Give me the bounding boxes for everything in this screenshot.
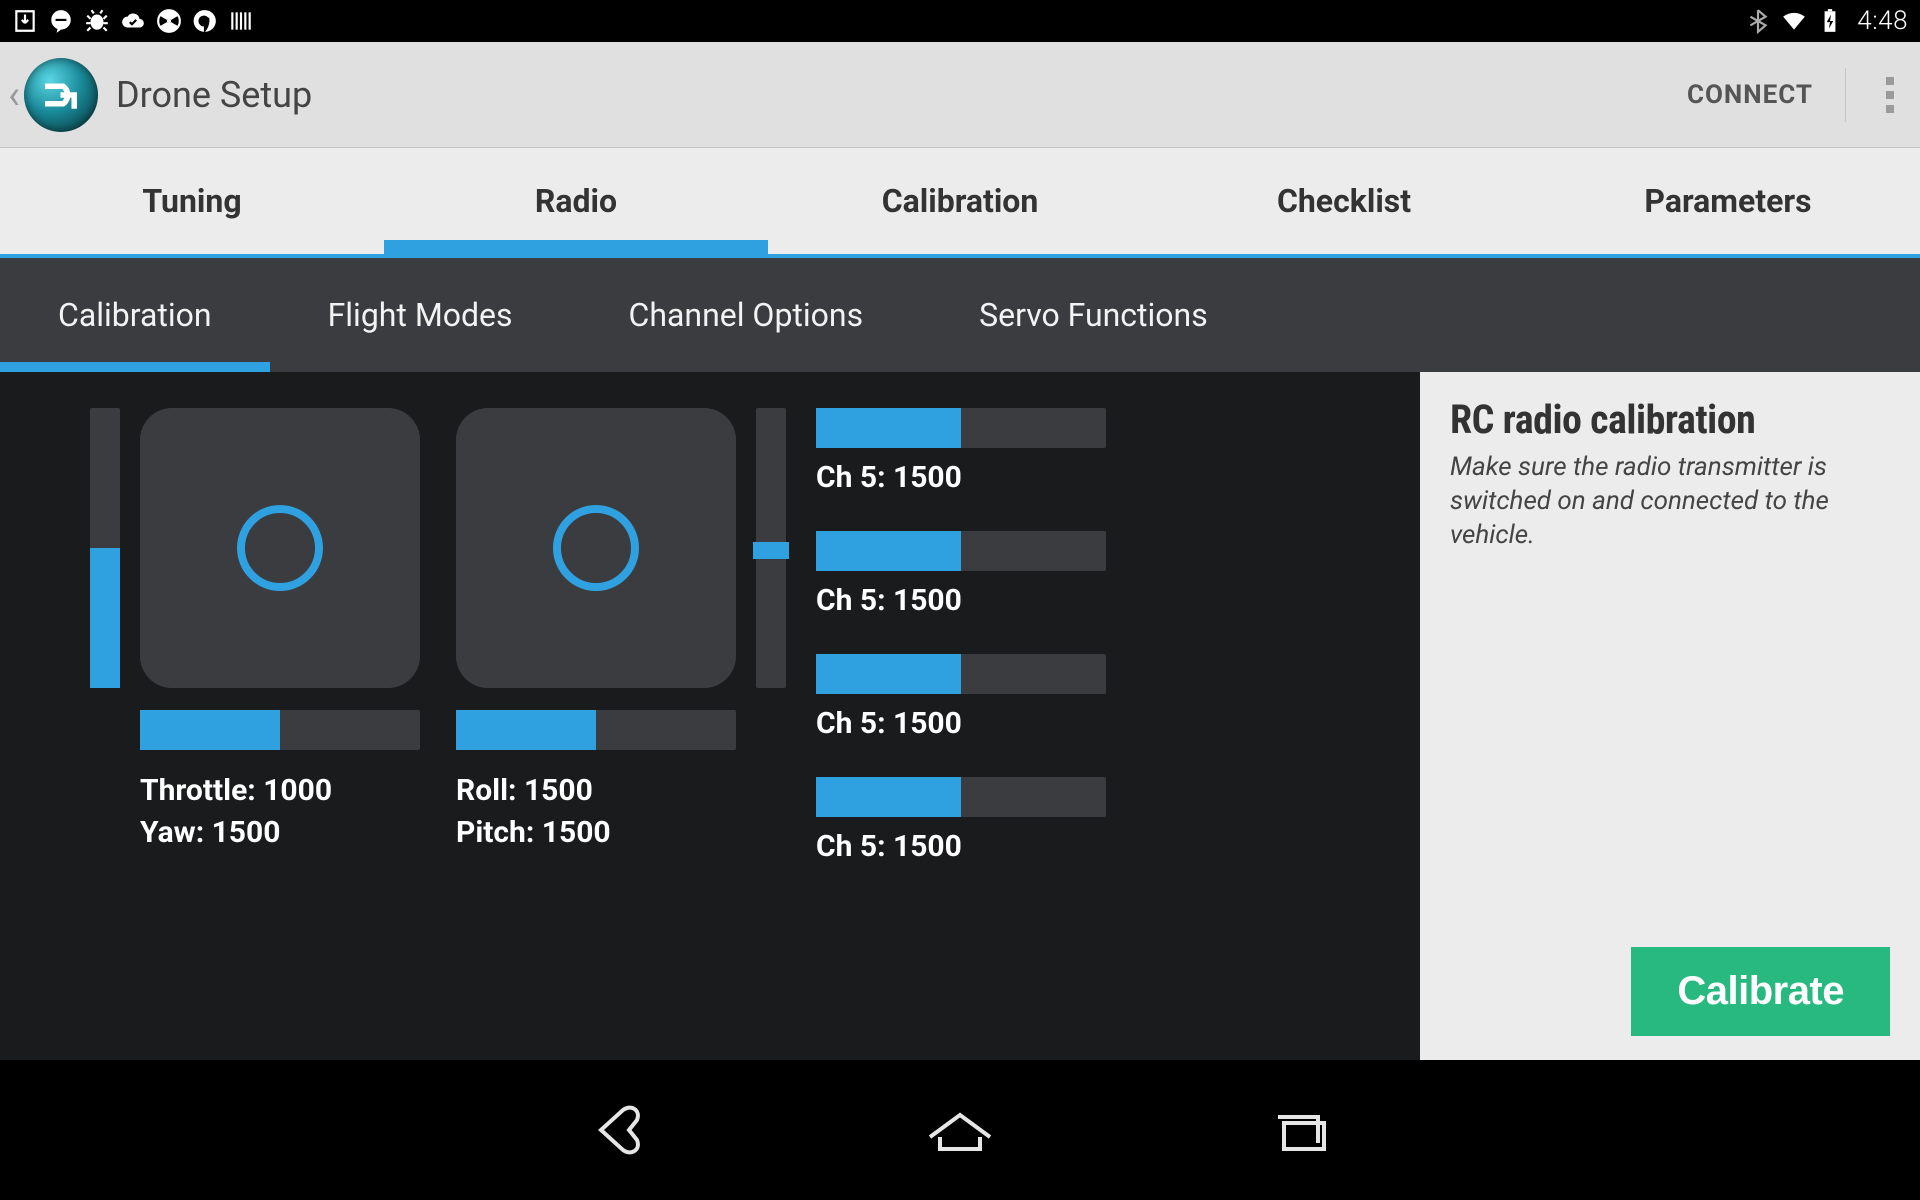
subtab-label: Channel Options xyxy=(629,296,864,334)
subtab-label: Servo Functions xyxy=(979,296,1208,334)
download-icon xyxy=(12,8,38,34)
subtab-flight-modes[interactable]: Flight Modes xyxy=(270,258,571,372)
right-stick-pad[interactable] xyxy=(456,408,736,688)
channel-label: Ch 5: 1500 xyxy=(816,706,1106,741)
channel-label: Ch 5: 1500 xyxy=(816,583,1106,618)
chat-bubble-icon xyxy=(48,8,74,34)
tab-checklist[interactable]: Checklist xyxy=(1152,148,1536,254)
info-side-pane: RC radio calibration Make sure the radio… xyxy=(1420,372,1920,1060)
tab-calibration[interactable]: Calibration xyxy=(768,148,1152,254)
left-stick-block: Throttle: 1000 Yaw: 1500 xyxy=(90,408,420,854)
action-bar: ‹ Drone Setup CONNECT xyxy=(0,42,1920,148)
subtab-calibration[interactable]: Calibration xyxy=(0,258,270,372)
divider xyxy=(1845,68,1846,122)
channel-row: Ch 5: 1500 xyxy=(816,408,1106,495)
nav-recents-icon[interactable] xyxy=(1260,1105,1340,1155)
pitch-vertical-marker xyxy=(753,542,789,559)
barcode-icon xyxy=(228,8,254,34)
overflow-menu-icon[interactable] xyxy=(1878,77,1902,113)
android-nav-bar xyxy=(0,1060,1920,1200)
channel-bar xyxy=(816,531,1106,571)
android-debug-icon xyxy=(84,8,110,34)
connect-button[interactable]: CONNECT xyxy=(1687,80,1813,110)
page-title: Drone Setup xyxy=(116,74,312,116)
tab-label: Tuning xyxy=(142,182,241,220)
channel-bar xyxy=(816,654,1106,694)
throttle-label: Throttle: 1000 xyxy=(140,770,420,812)
back-icon[interactable]: ‹ xyxy=(8,71,20,118)
channel-row: Ch 5: 1500 xyxy=(816,531,1106,618)
channel-fill xyxy=(816,654,961,694)
left-stick-readout: Throttle: 1000 Yaw: 1500 xyxy=(140,770,420,854)
calibrate-button[interactable]: Calibrate xyxy=(1631,947,1890,1036)
radiation-icon xyxy=(156,8,182,34)
tab-label: Parameters xyxy=(1644,182,1811,220)
channel-row: Ch 5: 1500 xyxy=(816,654,1106,741)
subtab-label: Calibration xyxy=(58,296,212,334)
app-logo-icon[interactable] xyxy=(24,58,98,132)
roll-label: Roll: 1500 xyxy=(456,770,736,812)
throttle-vertical-fill xyxy=(90,548,120,688)
yaw-horizontal-bar xyxy=(140,710,420,750)
throttle-vertical-bar xyxy=(90,408,120,688)
stick-indicator-icon xyxy=(237,505,323,591)
yaw-label: Yaw: 1500 xyxy=(140,812,420,854)
status-time: 4:48 xyxy=(1857,6,1908,36)
yaw-horizontal-fill xyxy=(140,710,280,750)
calibration-pane: Throttle: 1000 Yaw: 1500 Roll: 1500 xyxy=(0,372,1420,1060)
channel-fill xyxy=(816,777,961,817)
tab-radio[interactable]: Radio xyxy=(384,148,768,254)
channel-fill xyxy=(816,531,961,571)
channel-list: Ch 5: 1500 Ch 5: 1500 Ch 5: 1500 Ch 5: 1… xyxy=(816,408,1106,864)
side-pane-description: Make sure the radio transmitter is switc… xyxy=(1450,451,1890,552)
bluetooth-icon xyxy=(1745,8,1771,34)
right-stick-block: Roll: 1500 Pitch: 1500 Ch 5: 1500 Ch xyxy=(456,408,1106,864)
status-left-icons xyxy=(12,8,254,34)
cloud-check-icon xyxy=(120,8,146,34)
nav-home-icon[interactable] xyxy=(920,1105,1000,1155)
subtab-channel-options[interactable]: Channel Options xyxy=(571,258,922,372)
left-stick-pad[interactable] xyxy=(140,408,420,688)
stick-indicator-icon xyxy=(553,505,639,591)
right-stick-readout: Roll: 1500 Pitch: 1500 xyxy=(456,770,736,854)
nav-back-icon[interactable] xyxy=(580,1105,660,1155)
tab-label: Radio xyxy=(535,182,617,220)
content-area: Throttle: 1000 Yaw: 1500 Roll: 1500 xyxy=(0,372,1920,1060)
channel-bar xyxy=(816,777,1106,817)
channel-row: Ch 5: 1500 xyxy=(816,777,1106,864)
status-right-icons: 4:48 xyxy=(1745,6,1908,36)
tab-parameters[interactable]: Parameters xyxy=(1536,148,1920,254)
tab-label: Checklist xyxy=(1277,182,1411,220)
subtab-servo-functions[interactable]: Servo Functions xyxy=(921,258,1266,372)
pitch-label: Pitch: 1500 xyxy=(456,812,736,854)
secondary-tab-bar: Calibration Flight Modes Channel Options… xyxy=(0,258,1920,372)
channel-bar xyxy=(816,408,1106,448)
channel-fill xyxy=(816,408,961,448)
channel-label: Ch 5: 1500 xyxy=(816,829,1106,864)
pitch-vertical-bar xyxy=(756,408,786,688)
roll-horizontal-bar xyxy=(456,710,736,750)
roll-horizontal-fill xyxy=(456,710,596,750)
subtab-label: Flight Modes xyxy=(328,296,513,334)
battery-charging-icon xyxy=(1817,8,1843,34)
tab-tuning[interactable]: Tuning xyxy=(0,148,384,254)
android-status-bar: 4:48 xyxy=(0,0,1920,42)
channel-label: Ch 5: 1500 xyxy=(816,460,1106,495)
primary-tab-bar: Tuning Radio Calibration Checklist Param… xyxy=(0,148,1920,258)
side-pane-title: RC radio calibration xyxy=(1450,396,1890,443)
tab-label: Calibration xyxy=(882,182,1039,220)
hangouts-icon xyxy=(192,8,218,34)
wifi-icon xyxy=(1781,8,1807,34)
